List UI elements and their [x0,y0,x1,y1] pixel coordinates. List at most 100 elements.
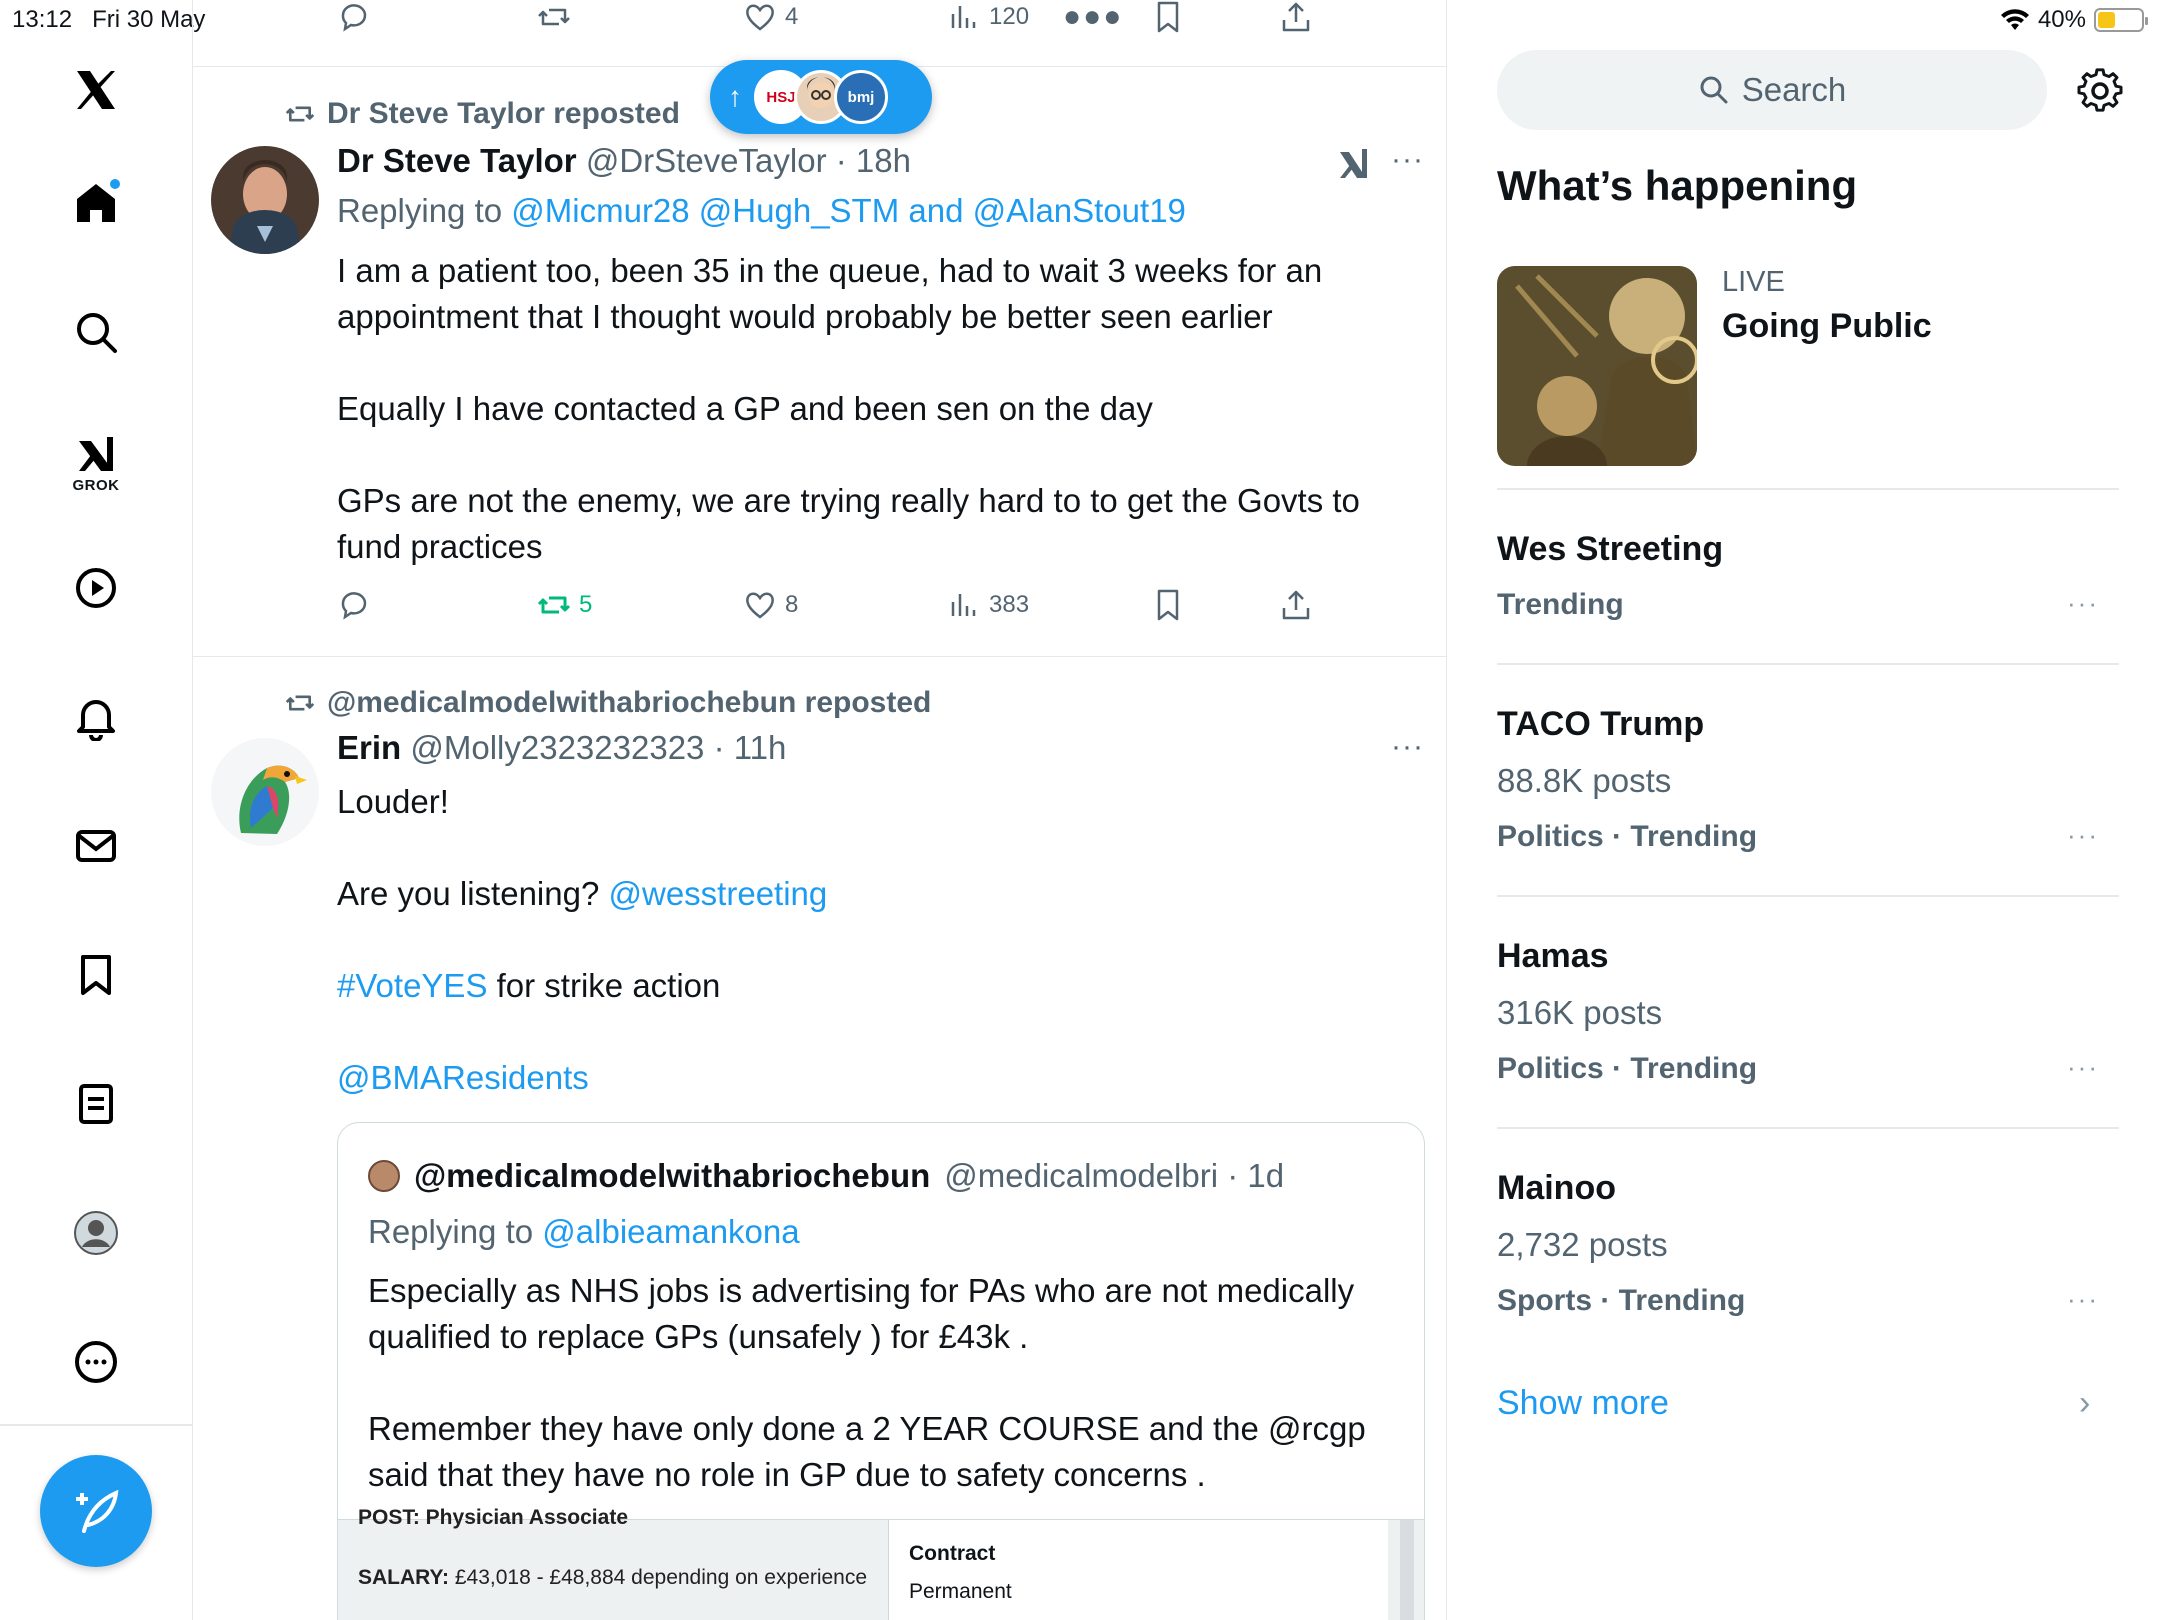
right-sidebar: Search What’s happening LIVE Going Publi… [1447,0,2160,1620]
gear-icon[interactable] [2077,68,2123,114]
bookmarks-icon[interactable] [68,947,124,1003]
notifications-icon[interactable] [68,690,124,746]
repost-button[interactable]: 5 [537,588,592,622]
trend-more-icon[interactable]: ··· [2067,1052,2099,1083]
hashtag-link[interactable]: #VoteYES [337,967,487,1004]
avatar[interactable] [211,738,319,846]
like-count: 4 [785,3,799,30]
compose-button[interactable] [40,1455,152,1567]
trend-more-icon[interactable]: ··· [2067,1284,2099,1315]
more-icon[interactable] [68,1334,124,1390]
trend-more-icon[interactable]: ··· [2067,588,2099,619]
tweet-body: I am a patient too, been 35 in the queue… [337,248,1417,570]
like-count: 8 [785,591,799,618]
reply-targets-link[interactable]: @Micmur28 @Hugh_STM and @AlanStout19 [511,192,1186,229]
mention-link[interactable]: @wesstreeting [609,875,828,912]
tweet-divider [193,656,1446,657]
profile-avatar-icon[interactable] [68,1205,124,1261]
home-icon[interactable] [68,175,124,231]
live-title[interactable]: Going Public [1722,307,1932,346]
trend-name[interactable]: Mainoo [1497,1169,1616,1208]
reply-icon [341,4,367,32]
arrow-up-icon: ↑ [728,81,742,112]
grok-icon[interactable]: GROK [68,425,124,501]
more-options-icon[interactable]: ··· [1391,730,1424,764]
search-icon[interactable] [68,304,124,360]
grok-more-dots-icon[interactable]: ●●● [1063,0,1123,34]
tweet-header: Erin @Molly2323232323 · 11h [337,729,787,766]
trend-divider [1497,488,2119,490]
views-icon [951,6,976,28]
author-handle[interactable]: @Molly2323232323 [410,729,704,766]
trend-divider [1497,1127,2119,1129]
repost-indicator: Dr Steve Taylor reposted [285,97,680,131]
trend-name[interactable]: Hamas [1497,937,1609,976]
prev-tweet-actions: 4 120 ●●● [193,0,1446,40]
share-button[interactable] [1279,588,1313,622]
quote-time: 1d [1247,1157,1285,1194]
author-name[interactable]: Dr Steve Taylor [337,142,577,179]
quote-header: @medicalmodelwithabriochebun @medicalmod… [368,1157,1284,1195]
share-icon [1282,590,1310,620]
bookmark-button[interactable] [1151,0,1185,34]
views-icon [951,594,976,616]
tweet-paragraph: Equally I have contacted a GP and been s… [337,390,1153,427]
heart-icon [746,592,774,619]
reply-button[interactable] [337,0,371,34]
quoted-tweet[interactable]: @medicalmodelwithabriochebun @medicalmod… [337,1122,1425,1620]
new-posts-pill[interactable]: ↑ HSJ bmj [710,60,932,134]
quote-body: Especially as NHS jobs is advertising fo… [368,1268,1408,1544]
views-count: 120 [989,3,1030,30]
author-name[interactable]: Erin [337,729,401,766]
tweet-paragraph: @BMAResidents [337,1055,1417,1101]
share-button[interactable] [1279,0,1313,34]
show-more-link[interactable]: Show more [1497,1384,1669,1423]
lists-icon[interactable] [68,1076,124,1132]
views-button[interactable]: 120 [947,0,1029,34]
like-button[interactable]: 4 [743,0,798,34]
repost-icon [537,596,571,614]
more-options-icon[interactable]: ··· [1391,143,1424,177]
tweet-time[interactable]: 18h [856,142,911,179]
repost-button[interactable] [537,0,571,34]
tweet-time[interactable]: 11h [734,729,787,766]
quote-attached-image[interactable]: POST: Physician Associate SALARY: £43,01… [338,1506,1424,1620]
image-scrollbar [1400,1520,1414,1620]
quote-author-name: @medicalmodelwithabriochebun [414,1157,931,1194]
repost-icon [538,8,570,26]
contract-panel: Contract Permanent [888,1520,1388,1620]
bookmark-button[interactable] [1151,588,1185,622]
chevron-right-icon[interactable]: › [2079,1384,2090,1423]
live-thumbnail[interactable] [1497,266,1697,466]
nav-divider [0,1424,193,1426]
reply-icon [341,592,367,620]
avatar[interactable] [211,146,319,254]
trend-name[interactable]: TACO Trump [1497,705,1704,744]
mention-link[interactable]: @BMAResidents [337,1059,589,1096]
tweet-paragraph: GPs are not the enemy, we are trying rea… [337,482,1360,565]
quote-author-handle: @medicalmodelbri [944,1157,1219,1194]
trend-name[interactable]: Wes Streeting [1497,530,1723,569]
author-handle[interactable]: @DrSteveTaylor [586,142,827,179]
trend-more-icon[interactable]: ··· [2067,820,2099,851]
quote-avatar[interactable] [368,1160,400,1192]
grok-icon[interactable] [1336,146,1372,182]
reply-button[interactable] [337,588,371,622]
salary-line: SALARY: £43,018 - £48,884 depending on e… [358,1566,868,1589]
reply-context: Replying to @Micmur28 @Hugh_STM and @Ala… [337,192,1186,229]
like-button[interactable]: 8 [743,588,798,622]
reply-target-link[interactable]: @albieamankona [542,1213,799,1250]
repost-count: 5 [579,591,593,618]
trend-divider [1497,895,2119,897]
x-logo-icon[interactable] [68,62,124,118]
contract-value: Permanent [909,1580,1012,1603]
video-icon[interactable] [68,560,124,616]
trend-category: Trending [1497,588,1624,621]
messages-icon[interactable] [68,818,124,874]
views-button[interactable]: 383 [947,588,1029,622]
repost-icon [285,695,315,711]
search-placeholder: Search [1741,71,1847,108]
trend-post-count: 88.8K posts [1497,762,1672,799]
search-input[interactable]: Search [1497,50,2047,130]
tweet-paragraph: I am a patient too, been 35 in the queue… [337,252,1323,335]
